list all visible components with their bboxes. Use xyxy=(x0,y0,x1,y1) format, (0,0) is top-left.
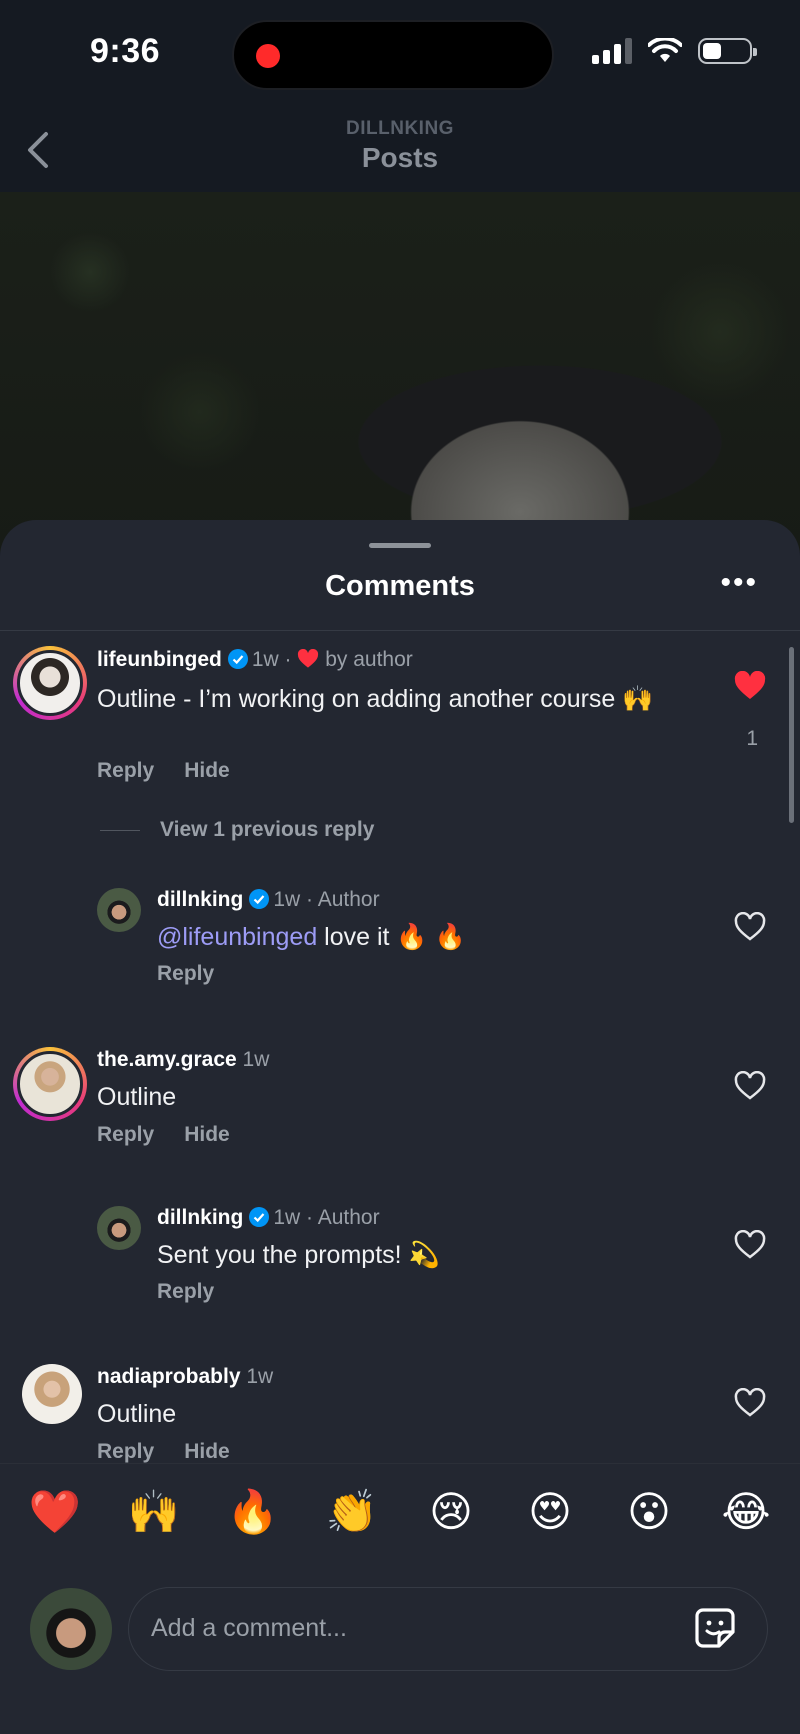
comment-input[interactable]: Add a comment... xyxy=(128,1587,768,1671)
hide-button[interactable]: Hide xyxy=(184,759,230,782)
comment-username[interactable]: nadiaprobably xyxy=(97,1365,241,1388)
comment-actions: Reply Hide xyxy=(97,759,260,783)
view-previous-replies-button[interactable]: View 1 previous reply xyxy=(100,818,374,842)
cellular-signal-icon xyxy=(592,38,632,64)
comment-header: dillnking 1w · Author xyxy=(157,888,380,911)
comment-text: @lifeunbinged love it 🔥 🔥 xyxy=(157,923,466,951)
reply-button[interactable]: Reply xyxy=(97,1440,154,1463)
emoji-laughing-button[interactable]: 😂 xyxy=(718,1484,774,1540)
nav-username: DILLNKING xyxy=(346,118,454,139)
like-heart-icon[interactable] xyxy=(734,912,766,942)
wifi-icon xyxy=(648,38,682,62)
avatar[interactable] xyxy=(13,1047,87,1121)
nav-bar: DILLNKING Posts xyxy=(0,100,800,192)
comment-text: Outline xyxy=(97,1400,177,1428)
emoji-clap-button[interactable]: 👏 xyxy=(324,1484,380,1540)
emoji-quick-bar: ❤️ 🙌 🔥 👏 😢 😍 😮 😂 xyxy=(0,1463,800,1564)
avatar[interactable] xyxy=(13,646,87,720)
verified-badge-icon xyxy=(249,1207,270,1227)
comment-text: Sent you the prompts! 💫 xyxy=(157,1241,440,1269)
author-label: Author xyxy=(317,1206,380,1229)
dynamic-island xyxy=(232,20,554,90)
comment-time: 1w xyxy=(273,888,301,911)
avatar[interactable] xyxy=(22,1364,82,1424)
emoji-heart-button[interactable]: ❤️ xyxy=(27,1484,83,1540)
comment-actions: Reply Hide xyxy=(97,1440,260,1463)
comment-time: 1w xyxy=(251,648,279,671)
status-time: 9:36 xyxy=(90,32,161,70)
status-bar: 9:36 xyxy=(0,0,800,100)
author-label: Author xyxy=(317,888,380,911)
like-heart-icon[interactable] xyxy=(734,671,766,701)
like-heart-icon[interactable] xyxy=(734,1230,766,1260)
hide-button[interactable]: Hide xyxy=(184,1440,230,1463)
more-options-icon[interactable]: ••• xyxy=(720,568,758,598)
emoji-fire-button[interactable]: 🔥 xyxy=(225,1484,281,1540)
avatar[interactable] xyxy=(97,1206,141,1250)
comment-actions: Reply xyxy=(157,962,244,986)
verified-badge-icon xyxy=(249,889,270,909)
reply-button[interactable]: Reply xyxy=(157,1280,214,1303)
comment-username[interactable]: lifeunbinged xyxy=(97,648,222,671)
reply-button[interactable]: Reply xyxy=(97,759,154,782)
comment-username[interactable]: the.amy.grace xyxy=(97,1048,237,1071)
comment-time: 1w xyxy=(242,1048,270,1071)
status-icons xyxy=(592,38,757,64)
hide-button[interactable]: Hide xyxy=(184,1123,230,1146)
comment-username[interactable]: dillnking xyxy=(157,1206,243,1229)
avatar[interactable] xyxy=(97,888,141,932)
like-count: 1 xyxy=(746,727,758,750)
like-heart-icon[interactable] xyxy=(734,1071,766,1101)
comment-header: dillnking 1w · Author xyxy=(157,1206,380,1229)
comment-header: nadiaprobably 1w xyxy=(97,1365,273,1389)
reply-button[interactable]: Reply xyxy=(157,962,214,985)
comment-time: 1w xyxy=(273,1206,301,1229)
comment-header: the.amy.grace 1w xyxy=(97,1048,269,1072)
recording-indicator-icon xyxy=(256,44,280,68)
comment-header: lifeunbinged 1w · by author xyxy=(97,648,413,671)
comment-composer: Add a comment... xyxy=(0,1563,800,1734)
comment-username[interactable]: dillnking xyxy=(157,888,243,911)
nav-title: Posts xyxy=(361,142,439,173)
emoji-surprised-button[interactable]: 😮 xyxy=(621,1484,677,1540)
battery-icon xyxy=(698,38,757,64)
comment-text: Outline - I’m working on adding another … xyxy=(97,685,654,713)
my-avatar xyxy=(30,1588,112,1670)
emoji-crying-button[interactable]: 😢 xyxy=(423,1484,479,1540)
comments-list[interactable]: lifeunbinged 1w · by author Outline - I’m… xyxy=(0,631,800,1463)
author-liked-heart-icon xyxy=(298,648,319,668)
sticker-icon[interactable] xyxy=(693,1606,737,1650)
sheet-title: Comments xyxy=(325,570,475,602)
thread-line xyxy=(100,829,140,831)
emoji-heart-eyes-button[interactable]: 😍 xyxy=(522,1484,578,1540)
like-heart-icon[interactable] xyxy=(734,1388,766,1418)
reply-button[interactable]: Reply xyxy=(97,1123,154,1146)
liked-by-author-label: by author xyxy=(325,648,413,671)
comment-actions: Reply Hide xyxy=(97,1123,260,1147)
comment-input-placeholder: Add a comment... xyxy=(151,1614,347,1642)
scrollbar[interactable] xyxy=(789,647,794,823)
comment-text: Outline xyxy=(97,1083,177,1111)
verified-badge-icon xyxy=(227,649,248,669)
comment-time: 1w xyxy=(246,1365,274,1388)
comment-actions: Reply xyxy=(157,1280,244,1304)
emoji-raised-hands-button[interactable]: 🙌 xyxy=(126,1484,182,1540)
post-photo[interactable] xyxy=(0,192,800,552)
sheet-grabber[interactable] xyxy=(369,543,431,548)
mention-link[interactable]: @lifeunbinged xyxy=(157,923,317,951)
comments-sheet: Comments ••• lifeunbinged 1w · by author … xyxy=(0,520,800,1734)
